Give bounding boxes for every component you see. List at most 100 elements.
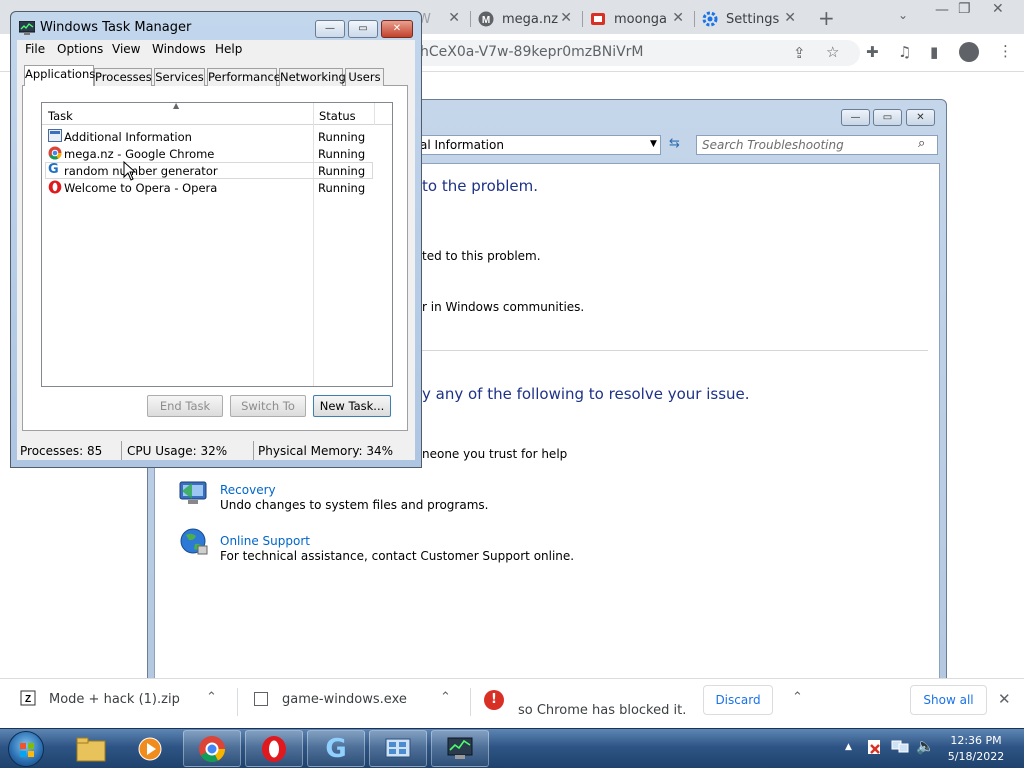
- profile-avatar-icon[interactable]: [959, 42, 979, 62]
- taskbar-control-panel[interactable]: [369, 730, 427, 767]
- ts-address-text: al Information: [420, 138, 504, 152]
- tab-services[interactable]: Services: [154, 68, 205, 86]
- column-divider[interactable]: [313, 103, 314, 386]
- ts-divider: [420, 350, 928, 351]
- share-icon[interactable]: ⇪: [793, 44, 806, 62]
- tab-networking[interactable]: Networking: [279, 68, 346, 86]
- chevron-up-icon[interactable]: ⌃: [206, 690, 217, 705]
- download-item-zip[interactable]: Mode + hack (1).zip: [49, 692, 180, 707]
- ts-text-line: r in Windows communities.: [422, 300, 585, 314]
- task-manager-icon: [18, 20, 36, 35]
- switch-to-button[interactable]: Switch To: [230, 395, 306, 417]
- dropdown-arrow-icon[interactable]: ▼: [650, 139, 657, 149]
- tm-minimize-button[interactable]: —: [315, 20, 345, 38]
- task-name[interactable]: random number generator: [64, 164, 218, 178]
- new-task-button[interactable]: New Task...: [313, 395, 391, 417]
- close-downloads-icon[interactable]: ✕: [998, 690, 1011, 708]
- restore-icon[interactable]: ❐: [958, 1, 971, 17]
- ts-text-line: neone you trust for help: [422, 447, 568, 461]
- discard-button[interactable]: Discard: [703, 685, 773, 715]
- online-support-description: For technical assistance, contact Custom…: [220, 549, 575, 563]
- tab-close-icon[interactable]: ✕: [672, 10, 684, 26]
- blocked-warning-text: so Chrome has blocked it.: [518, 703, 687, 718]
- chevron-up-icon[interactable]: ⌃: [792, 690, 803, 705]
- media-player-icon: [138, 737, 162, 760]
- ts-maximize-button[interactable]: ▭: [873, 109, 902, 126]
- folder-icon: [76, 737, 106, 761]
- taskbar-opera[interactable]: [245, 730, 303, 767]
- tab-applications[interactable]: Applications: [24, 65, 95, 86]
- tab-performance[interactable]: Performance: [207, 68, 281, 86]
- svg-text:M: M: [482, 15, 490, 26]
- taskbar-media-player[interactable]: [121, 730, 179, 767]
- chevron-up-icon[interactable]: ⌃: [440, 690, 451, 705]
- minimize-icon[interactable]: —: [935, 2, 949, 18]
- tab-mega[interactable]: M mega.nz ✕: [472, 4, 580, 34]
- recovery-link[interactable]: Recovery: [220, 483, 276, 497]
- warning-icon: !: [484, 690, 504, 710]
- bookmark-star-icon[interactable]: ☆: [826, 43, 839, 61]
- task-manager-icon: [447, 737, 473, 759]
- mouse-cursor-icon: [123, 160, 137, 181]
- tab-close-icon[interactable]: ✕: [448, 10, 460, 26]
- globe-icon: [178, 527, 210, 557]
- tab-partial[interactable]: W ✕: [418, 4, 468, 34]
- ts-close-button[interactable]: ✕: [906, 109, 935, 126]
- ts-text-line: ted to this problem.: [422, 249, 541, 263]
- media-icon[interactable]: ♫: [898, 43, 911, 61]
- start-button[interactable]: [8, 731, 44, 767]
- task-manager-title: Windows Task Manager: [40, 20, 192, 35]
- chrome-menu-icon[interactable]: ⋮: [998, 42, 1013, 60]
- show-hidden-icons-icon[interactable]: ▲: [845, 742, 852, 752]
- tab-divider: [694, 11, 695, 27]
- volume-icon[interactable]: 🔈: [916, 737, 935, 755]
- task-name[interactable]: Additional Information: [64, 130, 192, 144]
- tm-close-button[interactable]: ✕: [381, 20, 413, 38]
- side-panel-icon[interactable]: ▮: [930, 43, 938, 61]
- clock-date: 5/18/2022: [947, 750, 1005, 763]
- column-header-task[interactable]: Task: [48, 109, 73, 123]
- online-support-link[interactable]: Online Support: [220, 534, 310, 548]
- control-panel-icon: [385, 738, 411, 757]
- action-center-icon[interactable]: [866, 739, 882, 755]
- end-task-button[interactable]: End Task: [147, 395, 223, 417]
- taskbar-task-manager[interactable]: [431, 730, 489, 767]
- tm-maximize-button[interactable]: ▭: [348, 20, 378, 38]
- new-tab-icon[interactable]: +: [818, 6, 835, 30]
- network-icon[interactable]: [891, 740, 909, 754]
- tab-close-icon[interactable]: ✕: [784, 10, 796, 26]
- extensions-icon[interactable]: ✚: [866, 43, 879, 61]
- tab-processes[interactable]: Processes: [94, 68, 152, 86]
- taskbar-clock[interactable]: 12:36 PM 5/18/2022: [940, 733, 1012, 765]
- generator-app-icon: G: [325, 733, 347, 764]
- task-name[interactable]: Welcome to Opera - Opera: [64, 181, 217, 195]
- tab-settings[interactable]: Settings ✕: [696, 4, 804, 34]
- taskbar-generator[interactable]: G: [307, 730, 365, 767]
- task-name[interactable]: mega.nz - Google Chrome: [64, 147, 214, 161]
- task-list[interactable]: [41, 102, 393, 387]
- tab-close-icon[interactable]: ✕: [560, 10, 572, 26]
- recovery-icon: [178, 479, 210, 507]
- menu-help[interactable]: Help: [215, 42, 242, 56]
- search-icon[interactable]: ⌕: [918, 136, 925, 151]
- menu-file[interactable]: File: [25, 42, 45, 56]
- chrome-icon: [48, 146, 62, 160]
- download-item-exe[interactable]: game-windows.exe: [282, 692, 407, 707]
- download-divider: [470, 688, 471, 716]
- taskbar-chrome[interactable]: [183, 730, 241, 767]
- refresh-icon[interactable]: ⇆: [669, 136, 680, 151]
- ts-minimize-button[interactable]: —: [841, 109, 870, 126]
- show-all-button[interactable]: Show all: [910, 685, 987, 715]
- close-icon[interactable]: ✕: [992, 1, 1004, 17]
- tab-search-chevron-icon[interactable]: ⌄: [898, 8, 908, 22]
- status-divider: [253, 441, 254, 460]
- tab-moonga[interactable]: moonga ✕: [584, 4, 692, 34]
- menu-view[interactable]: View: [112, 42, 140, 56]
- tab-users[interactable]: Users: [345, 68, 384, 86]
- taskbar-explorer[interactable]: [62, 730, 120, 767]
- menu-windows[interactable]: Windows: [152, 42, 206, 56]
- url-text[interactable]: hCeX0a-V7w-89kepr0mzBNiVrM: [420, 44, 644, 60]
- column-divider[interactable]: [374, 103, 375, 125]
- column-header-status[interactable]: Status: [319, 109, 356, 123]
- menu-options[interactable]: Options: [57, 42, 103, 56]
